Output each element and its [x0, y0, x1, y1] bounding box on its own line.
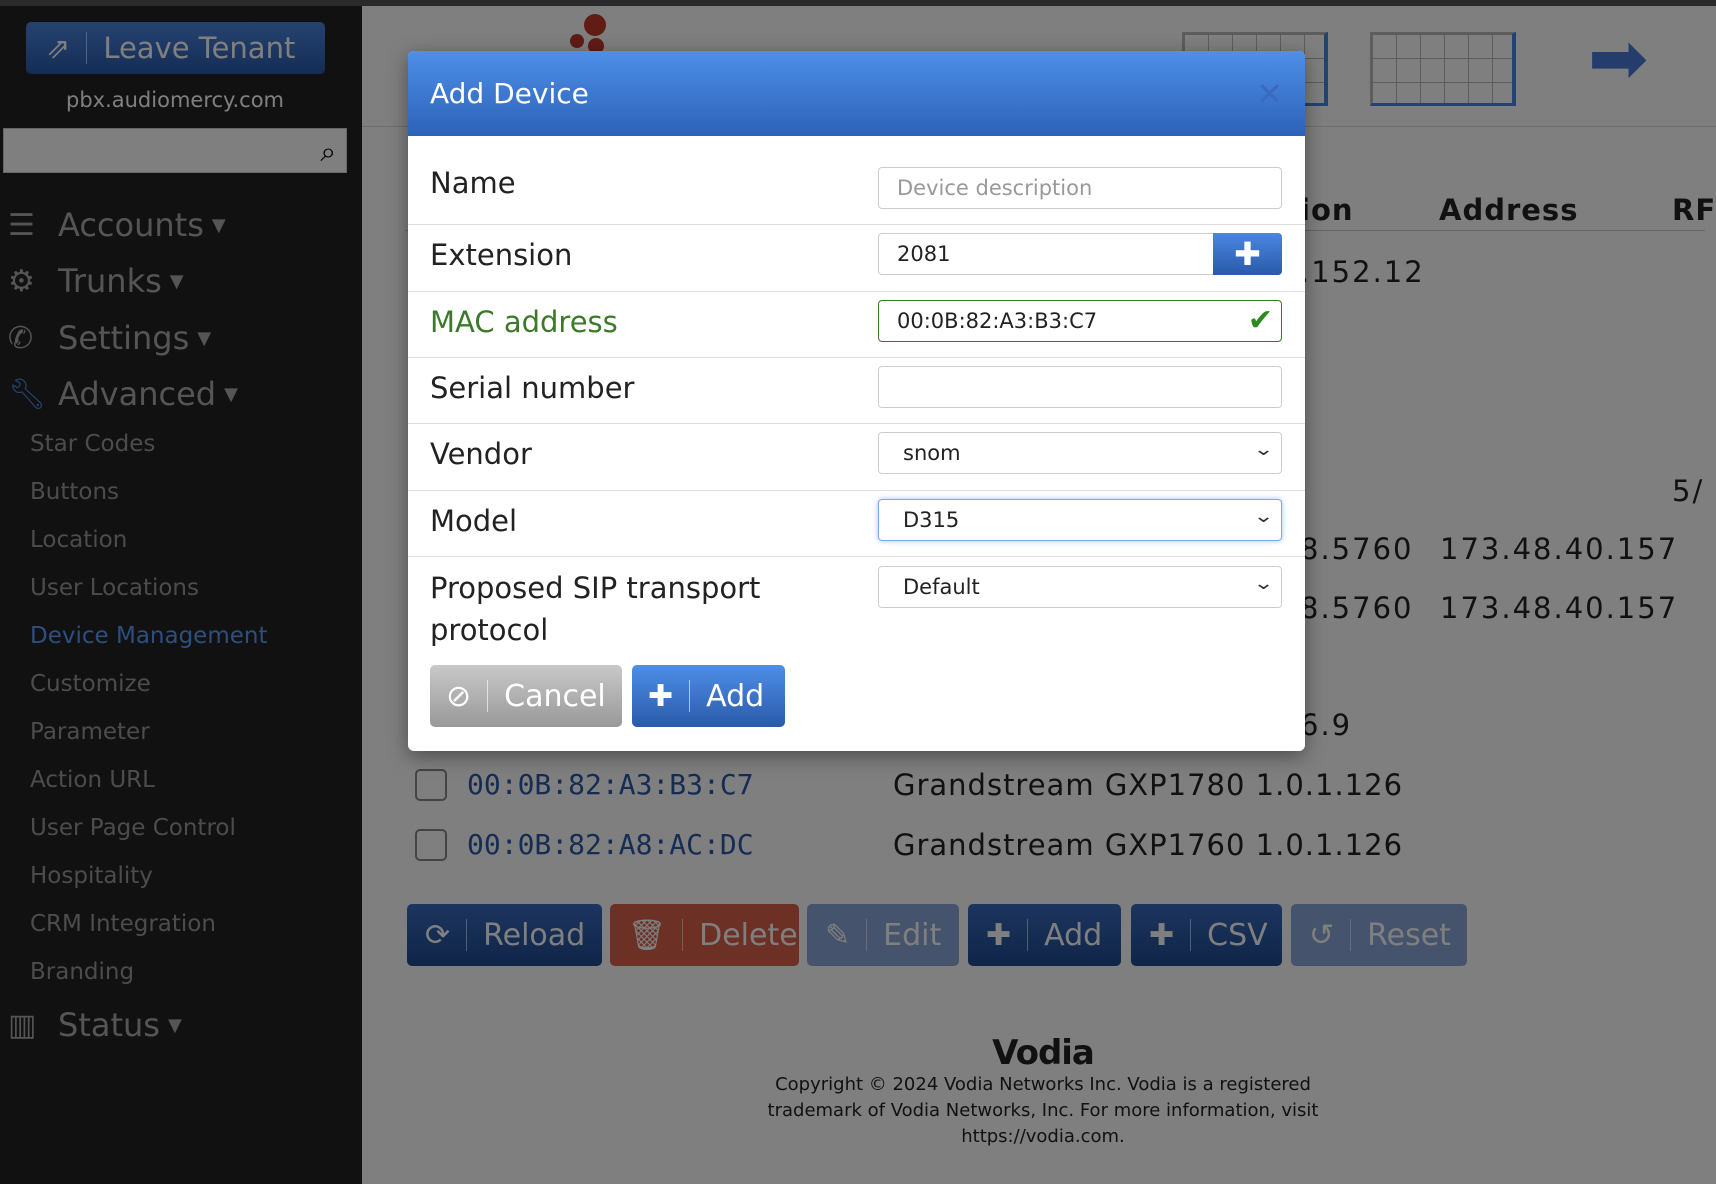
dialog-header: Add Device ✕ — [408, 51, 1305, 136]
transport-label: Proposed SIP transport protocol — [430, 571, 761, 647]
chevron-down-icon: ⌄ — [1252, 506, 1275, 527]
name-label: Name — [430, 166, 516, 200]
serial-input[interactable] — [878, 366, 1282, 408]
mac-input[interactable]: 00:0B:82:A3:B3:C7 ✔ — [878, 300, 1282, 342]
serial-label: Serial number — [430, 371, 635, 405]
transport-select[interactable]: Default ⌄ — [878, 566, 1282, 608]
vendor-select[interactable]: snom ⌄ — [878, 432, 1282, 474]
chevron-down-icon: ⌄ — [1252, 573, 1275, 594]
field-row-transport: Proposed SIP transport protocol Default ⌄ — [408, 556, 1305, 666]
model-select[interactable]: D315 ⌄ — [878, 499, 1282, 541]
mac-label: MAC address — [430, 305, 618, 339]
field-row-extension: Extension 2081 ✚ — [408, 224, 1305, 291]
field-row-name: Name Device description — [408, 136, 1305, 224]
checkmark-icon: ✔ — [1247, 303, 1273, 338]
field-row-serial: Serial number — [408, 357, 1305, 423]
ban-icon: ⊘ — [446, 678, 472, 714]
cancel-button[interactable]: ⊘ Cancel — [430, 665, 622, 727]
model-label: Model — [430, 504, 518, 538]
name-input[interactable]: Device description — [878, 167, 1282, 209]
close-icon[interactable]: ✕ — [1256, 75, 1283, 113]
field-row-mac: MAC address 00:0B:82:A3:B3:C7 ✔ — [408, 291, 1305, 357]
window-top-bar — [0, 0, 1716, 6]
field-row-model: Model D315 ⌄ — [408, 490, 1305, 556]
field-row-vendor: Vendor snom ⌄ — [408, 423, 1305, 490]
chevron-down-icon: ⌄ — [1252, 439, 1275, 460]
dialog-title: Add Device — [430, 77, 589, 110]
extension-label: Extension — [430, 238, 573, 272]
plus-icon: ✚ — [648, 678, 674, 714]
extension-input[interactable]: 2081 ✚ — [878, 233, 1282, 275]
add-extension-button[interactable]: ✚ — [1213, 233, 1282, 275]
confirm-add-button[interactable]: ✚ Add — [632, 665, 785, 727]
vendor-label: Vendor — [430, 437, 532, 471]
add-device-dialog: Add Device ✕ Name Device description Ext… — [408, 51, 1305, 751]
